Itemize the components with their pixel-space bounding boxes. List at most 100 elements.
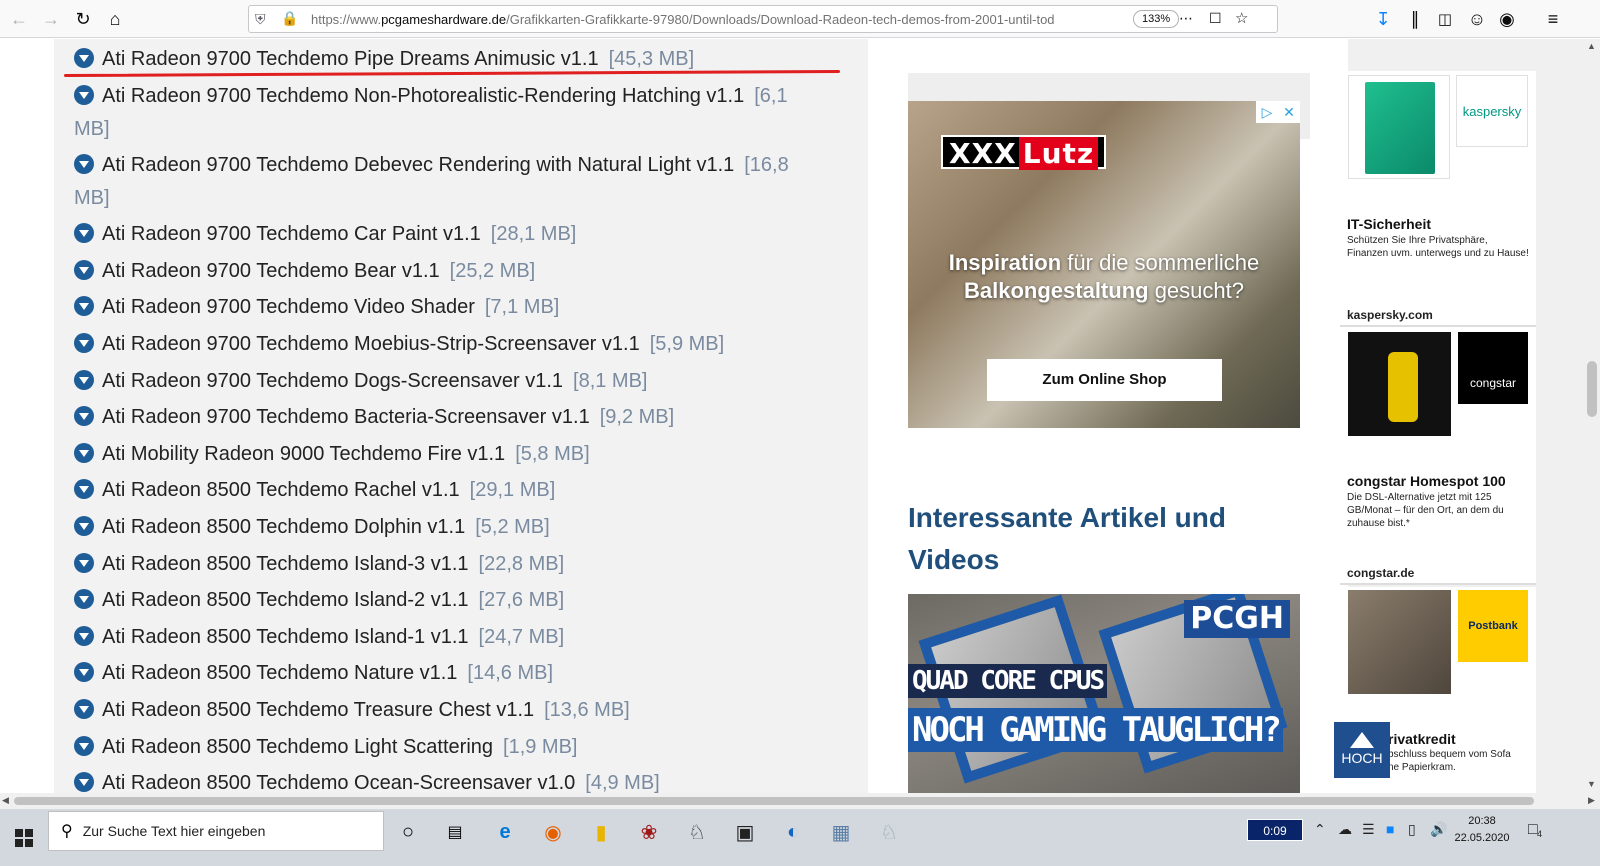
download-item[interactable]: Ati Radeon 9700 Techdemo Moebius-Strip-S… (74, 328, 804, 361)
download-item[interactable]: Ati Radeon 8500 Techdemo Light Scatterin… (74, 731, 804, 764)
download-item[interactable]: Ati Radeon 9700 Techdemo Bear v1.1 [25,2 … (74, 255, 804, 288)
horizontal-scroll-thumb[interactable] (14, 797, 1534, 805)
congstar-title[interactable]: congstar Homespot 100 (1347, 473, 1506, 489)
sidebar-icon[interactable]: ◫ (1432, 6, 1458, 32)
download-item[interactable]: Ati Radeon 9700 Techdemo Car Paint v1.1 [… (74, 218, 804, 251)
kaspersky-title[interactable]: IT-Sicherheit (1347, 216, 1431, 232)
download-title[interactable]: Ati Radeon 8500 Techdemo Island-3 v1.1 (102, 553, 469, 575)
reload-icon[interactable]: ↻ (70, 6, 96, 32)
app-icon[interactable]: ♘ (682, 817, 712, 847)
scroll-left-icon[interactable]: ◀ (2, 795, 9, 806)
library-icon[interactable]: ∥ (1402, 6, 1428, 32)
account-icon[interactable]: ☺ (1464, 6, 1490, 32)
app-tray-icon[interactable]: ■ (1386, 821, 1394, 837)
xxxlutz-ad[interactable]: ▷ ✕ XXX Lutz Inspiration für die sommerli… (908, 101, 1300, 428)
download-title[interactable]: Ati Radeon 9700 Techdemo Dogs-Screensave… (102, 370, 563, 392)
pocket-icon[interactable]: ☐ (1209, 10, 1222, 27)
zoom-level[interactable]: 133% (1133, 10, 1180, 28)
online-shop-button[interactable]: Zum Online Shop (987, 359, 1222, 401)
download-item[interactable]: Ati Radeon 9700 Techdemo Non-Photorealis… (74, 80, 804, 146)
congstar-source[interactable]: congstar.de (1347, 566, 1414, 580)
download-item[interactable]: Ati Radeon 9700 Techdemo Bacteria-Screen… (74, 401, 804, 434)
download-item[interactable]: Ati Radeon 9700 Techdemo Dogs-Screensave… (74, 365, 804, 398)
hoch-badge[interactable]: HOCH (1334, 722, 1390, 778)
menu-icon[interactable]: ≡ (1540, 6, 1566, 32)
download-item[interactable]: Ati Radeon 9700 Techdemo Debevec Renderi… (74, 149, 804, 215)
download-item[interactable]: Ati Radeon 8500 Techdemo Dolphin v1.1 [5,… (74, 511, 804, 544)
download-item[interactable]: Ati Radeon 9700 Techdemo Video Shader [7,… (74, 291, 804, 324)
download-item[interactable]: Ati Mobility Radeon 9000 Techdemo Fire v… (74, 438, 804, 471)
download-item[interactable]: Ati Radeon 8500 Techdemo Island-1 v1.1 [2… (74, 621, 804, 654)
firefox-icon[interactable]: ◉ (538, 817, 568, 847)
more-actions-icon[interactable]: ⋯ (1179, 10, 1193, 27)
volume-icon[interactable]: 🔊 (1430, 821, 1447, 838)
notification-icon[interactable]: □ 4 (1528, 821, 1542, 839)
file-explorer-icon[interactable]: ▮ (586, 817, 616, 847)
back-icon[interactable]: ← (6, 6, 32, 32)
download-item[interactable]: Ati Radeon 9700 Techdemo Pipe Dreams Ani… (74, 43, 804, 76)
download-item[interactable]: Ati Radeon 8500 Techdemo Treasure Chest … (74, 694, 804, 727)
download-title[interactable]: Ati Radeon 8500 Techdemo Light Scatterin… (102, 736, 493, 758)
article-card[interactable]: PCGH QUAD CORE CPUS NOCH GAMING TAUGLICH… (908, 594, 1300, 793)
edge-icon[interactable]: e (490, 817, 520, 847)
downloads-icon[interactable]: ↧ (1370, 6, 1396, 32)
network-icon[interactable]: ☰ (1362, 821, 1375, 838)
download-title[interactable]: Ati Radeon 8500 Techdemo Rachel v1.1 (102, 479, 460, 501)
download-title[interactable]: Ati Radeon 9700 Techdemo Car Paint v1.1 (102, 223, 481, 245)
download-title[interactable]: Ati Radeon 8500 Techdemo Treasure Chest … (102, 699, 534, 721)
shield-icon[interactable]: ⛨ (255, 11, 266, 28)
download-title[interactable]: Ati Radeon 8500 Techdemo Island-1 v1.1 (102, 626, 469, 648)
url-text[interactable]: https://www.pcgameshardware.de/Grafikkar… (311, 12, 1131, 27)
download-title[interactable]: Ati Radeon 9700 Techdemo Moebius-Strip-S… (102, 333, 640, 355)
download-title[interactable]: Ati Radeon 9700 Techdemo Bacteria-Screen… (102, 406, 590, 428)
bookmark-star-icon[interactable]: ☆ (1235, 9, 1248, 27)
download-title[interactable]: Ati Radeon 8500 Techdemo Ocean-Screensav… (102, 772, 575, 793)
download-title[interactable]: Ati Radeon 8500 Techdemo Nature v1.1 (102, 662, 457, 684)
timeline-icon[interactable]: ▤ (440, 817, 470, 847)
forward-icon[interactable]: → (38, 6, 64, 32)
download-item[interactable]: Ati Radeon 8500 Techdemo Island-3 v1.1 [2… (74, 548, 804, 581)
download-arrow-icon (74, 662, 94, 682)
vertical-scrollbar[interactable]: ▲ ▼ (1584, 39, 1600, 793)
adchoices-icon[interactable]: ▷ (1256, 101, 1278, 123)
app-icon[interactable]: ◐ (778, 817, 808, 847)
kaspersky-source[interactable]: kaspersky.com (1347, 308, 1433, 322)
download-title[interactable]: Ati Radeon 9700 Techdemo Bear v1.1 (102, 260, 440, 282)
scroll-down-icon[interactable]: ▼ (1587, 779, 1596, 789)
download-title[interactable]: Ati Radeon 9700 Techdemo Video Shader (102, 296, 475, 318)
store-icon[interactable]: ▣ (730, 817, 760, 847)
download-title[interactable]: Ati Radeon 8500 Techdemo Dolphin v1.1 (102, 516, 465, 538)
download-title[interactable]: Ati Mobility Radeon 9000 Techdemo Fire v… (102, 443, 505, 465)
home-icon[interactable]: ⌂ (102, 6, 128, 32)
download-item[interactable]: Ati Radeon 8500 Techdemo Rachel v1.1 [29,… (74, 474, 804, 507)
extension-icon[interactable]: ◉ (1494, 6, 1520, 32)
download-title[interactable]: Ati Radeon 9700 Techdemo Debevec Renderi… (102, 154, 734, 176)
ad-close-icon[interactable]: ✕ (1278, 101, 1300, 123)
start-button[interactable] (0, 809, 48, 866)
cloud-icon[interactable]: ☁ (1338, 821, 1352, 838)
timer-widget[interactable]: 0:09 (1247, 819, 1303, 841)
download-item[interactable]: Ati Radeon 8500 Techdemo Nature v1.1 [14,… (74, 657, 804, 690)
download-arrow-icon (74, 736, 94, 756)
battery-icon[interactable]: ▯ (1408, 821, 1416, 838)
taskbar-search[interactable]: ⚲ Zur Suche Text hier eingeben (48, 811, 384, 851)
horizontal-scrollbar[interactable]: ◀ ▶ (0, 793, 1600, 809)
tray-chevron-icon[interactable]: ⌃ (1314, 821, 1326, 838)
scroll-up-icon[interactable]: ▲ (1587, 41, 1596, 51)
download-title[interactable]: Ati Radeon 8500 Techdemo Island-2 v1.1 (102, 589, 469, 611)
app-icon[interactable]: ▦ (826, 817, 856, 847)
app-icon[interactable]: ❀ (634, 817, 664, 847)
scroll-right-icon[interactable]: ▶ (1588, 795, 1595, 806)
url-bar[interactable]: ⛨ 🔒 https://www.pcgameshardware.de/Grafi… (248, 5, 1278, 33)
vertical-scroll-thumb[interactable] (1587, 361, 1597, 417)
lock-icon[interactable]: 🔒 (281, 10, 298, 27)
app-icon[interactable]: ♘ (874, 817, 904, 847)
download-item[interactable]: Ati Radeon 8500 Techdemo Island-2 v1.1 [2… (74, 584, 804, 617)
download-item[interactable]: Ati Radeon 8500 Techdemo Ocean-Screensav… (74, 767, 804, 793)
postbank-title[interactable]: rivatkredit (1388, 731, 1456, 747)
download-title[interactable]: Ati Radeon 9700 Techdemo Non-Photorealis… (102, 85, 744, 107)
task-view-icon[interactable]: ○ (393, 817, 423, 847)
download-title[interactable]: Ati Radeon 9700 Techdemo Pipe Dreams Ani… (102, 48, 599, 70)
system-clock[interactable]: 20:38 22.05.2020 (1454, 813, 1510, 847)
ad-choices[interactable]: ▷ ✕ (1256, 101, 1300, 123)
